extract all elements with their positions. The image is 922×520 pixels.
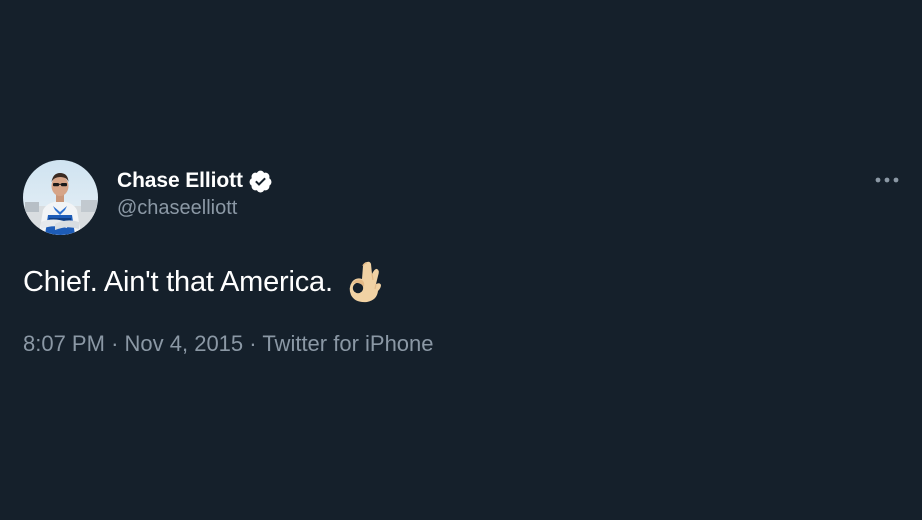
- author-avatar[interactable]: [23, 160, 98, 235]
- ok-hand-emoji-icon: [345, 260, 383, 304]
- meta-separator: ·: [111, 331, 119, 356]
- meta-separator: ·: [249, 331, 257, 356]
- tweet-text: Chief. Ain't that America.: [23, 265, 333, 298]
- more-options-icon[interactable]: [873, 170, 901, 190]
- tweet-time[interactable]: 8:07 PM: [23, 331, 105, 356]
- verified-badge-icon: [248, 169, 273, 194]
- tweet-metadata: 8:07 PM · Nov 4, 2015 · Twitter for iPho…: [23, 331, 434, 357]
- tweet-source[interactable]: Twitter for iPhone: [262, 331, 433, 356]
- tweet-card: Chase Elliott @chaseelliott Chief. Ain't…: [0, 0, 922, 520]
- author-handle[interactable]: @chaseelliott: [117, 197, 273, 220]
- tweet-body: Chief. Ain't that America.: [23, 260, 383, 304]
- tweet-date[interactable]: Nov 4, 2015: [125, 331, 244, 356]
- name-row: Chase Elliott: [117, 166, 273, 196]
- avatar-image: [23, 160, 98, 235]
- author-info: Chase Elliott @chaseelliott: [117, 166, 273, 220]
- author-display-name[interactable]: Chase Elliott: [117, 169, 243, 193]
